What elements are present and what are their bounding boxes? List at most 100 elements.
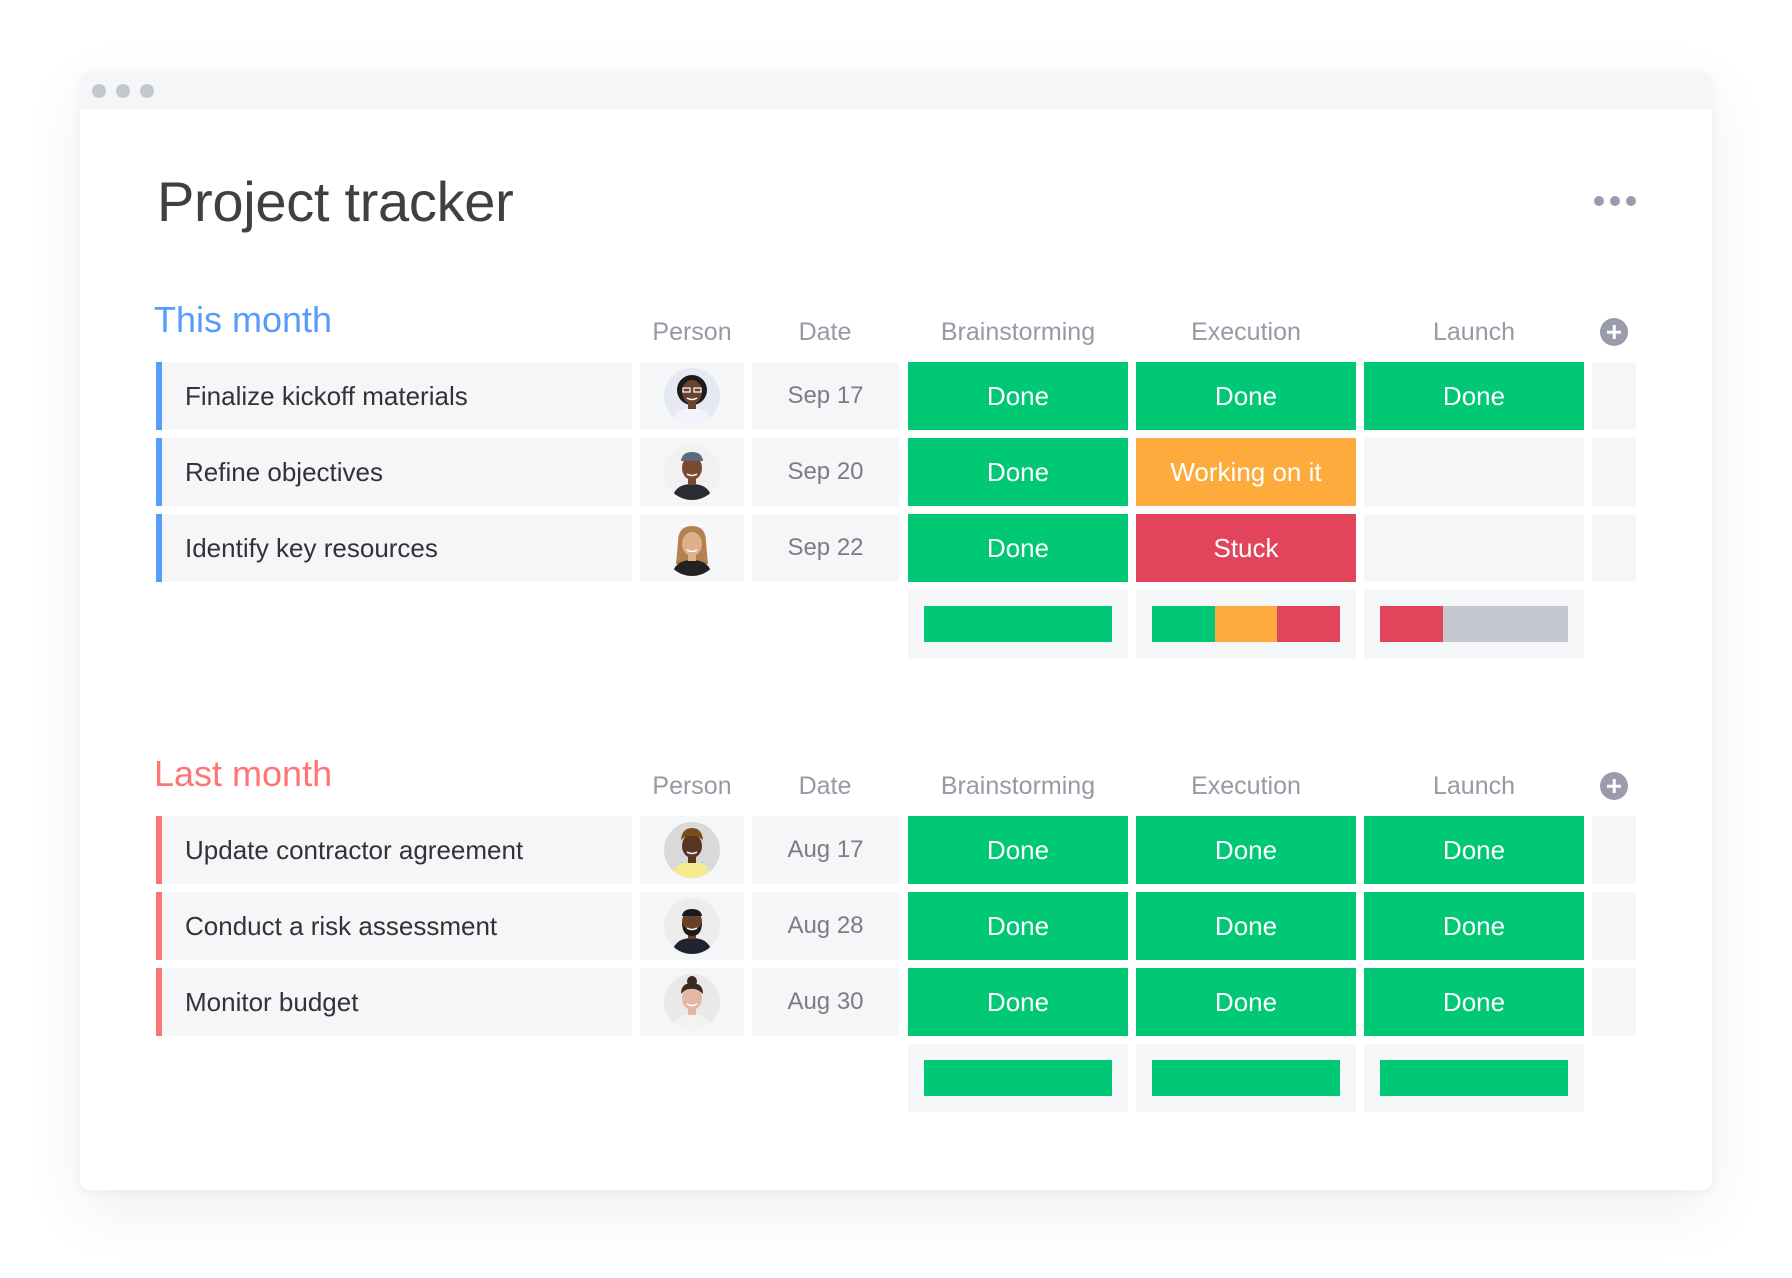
avatar[interactable] — [664, 822, 720, 878]
status-brainstorming-cell[interactable]: Done — [908, 438, 1128, 506]
status-brainstorming-cell[interactable]: Done — [908, 816, 1128, 884]
task-name: Finalize kickoff materials — [185, 380, 468, 411]
status-execution-cell[interactable]: Done — [1136, 968, 1356, 1036]
bar-segment-done — [924, 606, 1112, 642]
status-execution-cell[interactable]: Working on it — [1136, 438, 1356, 506]
task-name-cell[interactable]: Update contractor agreement — [162, 816, 632, 884]
board-title: Project tracker — [157, 170, 514, 233]
status-label: Done — [986, 834, 1050, 865]
window-dot-icon — [116, 84, 130, 98]
status-brainstorming-cell[interactable]: Done — [908, 514, 1128, 582]
date-cell[interactable]: Aug 17 — [752, 816, 899, 884]
column-header-launch[interactable]: Launch — [1364, 771, 1584, 801]
status-label: Stuck — [1213, 532, 1279, 563]
summary-launch-cell — [1364, 590, 1584, 658]
task-name: Monitor budget — [185, 986, 359, 1017]
column-header-brainstorming[interactable]: Brainstorming — [908, 317, 1128, 347]
person-cell[interactable] — [640, 362, 744, 430]
avatar[interactable] — [664, 444, 720, 500]
task-name-cell[interactable]: Monitor budget — [162, 968, 632, 1036]
bar-segment-done — [924, 1060, 1112, 1096]
bar-segment-done — [1380, 1060, 1568, 1096]
task-name: Update contractor agreement — [185, 834, 524, 865]
status-launch-cell[interactable]: Done — [1364, 362, 1584, 430]
avatar[interactable] — [664, 898, 720, 954]
avatar[interactable] — [664, 368, 720, 424]
status-distribution-bar[interactable] — [1380, 606, 1568, 642]
status-launch-cell[interactable] — [1364, 514, 1584, 582]
ellipsis-icon — [1594, 196, 1604, 206]
status-launch-cell[interactable]: Done — [1364, 892, 1584, 960]
task-name: Refine objectives — [185, 456, 383, 487]
status-brainstorming-cell[interactable]: Done — [908, 362, 1128, 430]
task-name-cell[interactable]: Finalize kickoff materials — [162, 362, 632, 430]
window-dot-icon — [92, 84, 106, 98]
status-execution-cell[interactable]: Done — [1136, 362, 1356, 430]
column-header-launch[interactable]: Launch — [1364, 317, 1584, 347]
date-cell[interactable]: Aug 28 — [752, 892, 899, 960]
column-header-execution[interactable]: Execution — [1136, 771, 1356, 801]
status-label: Done — [986, 380, 1050, 411]
avatar-man-beard-icon — [664, 898, 720, 954]
avatar-woman-blonde-icon — [664, 520, 720, 576]
date-value: Sep 17 — [787, 382, 864, 409]
window-titlebar — [80, 72, 1712, 110]
status-execution-cell[interactable]: Done — [1136, 816, 1356, 884]
date-cell[interactable]: Sep 22 — [752, 514, 899, 582]
person-cell[interactable] — [640, 892, 744, 960]
group-title[interactable]: Last month — [154, 754, 332, 794]
group-title[interactable]: This month — [154, 300, 332, 340]
status-label: Done — [1214, 380, 1278, 411]
empty-extra-cell[interactable] — [1592, 892, 1636, 960]
status-label: Done — [986, 910, 1050, 941]
status-label: Done — [986, 532, 1050, 563]
person-cell[interactable] — [640, 816, 744, 884]
column-header-brainstorming[interactable]: Brainstorming — [908, 771, 1128, 801]
date-value: Aug 17 — [787, 836, 864, 863]
empty-extra-cell[interactable] — [1592, 514, 1636, 582]
ellipsis-icon — [1626, 196, 1636, 206]
task-name-cell[interactable]: Conduct a risk assessment — [162, 892, 632, 960]
status-label: Done — [1214, 910, 1278, 941]
add-column-button[interactable] — [1600, 772, 1628, 800]
avatar-woman-brunette-icon — [664, 974, 720, 1030]
column-header-date[interactable]: Date — [715, 771, 935, 801]
status-distribution-bar[interactable] — [924, 606, 1112, 642]
avatar[interactable] — [664, 974, 720, 1030]
empty-extra-cell[interactable] — [1592, 362, 1636, 430]
date-cell[interactable]: Sep 20 — [752, 438, 899, 506]
status-launch-cell[interactable] — [1364, 438, 1584, 506]
date-cell[interactable]: Sep 17 — [752, 362, 899, 430]
status-label: Done — [1442, 986, 1506, 1017]
empty-extra-cell[interactable] — [1592, 816, 1636, 884]
more-options-button[interactable] — [1590, 194, 1640, 210]
status-distribution-bar[interactable] — [924, 1060, 1112, 1096]
status-brainstorming-cell[interactable]: Done — [908, 968, 1128, 1036]
status-brainstorming-cell[interactable]: Done — [908, 892, 1128, 960]
empty-extra-cell[interactable] — [1592, 968, 1636, 1036]
avatar-man-cap-icon — [664, 444, 720, 500]
status-launch-cell[interactable]: Done — [1364, 816, 1584, 884]
status-distribution-bar[interactable] — [1380, 1060, 1568, 1096]
task-name: Identify key resources — [185, 532, 438, 563]
person-cell[interactable] — [640, 438, 744, 506]
status-launch-cell[interactable]: Done — [1364, 968, 1584, 1036]
person-cell[interactable] — [640, 514, 744, 582]
avatar[interactable] — [664, 520, 720, 576]
status-distribution-bar[interactable] — [1152, 606, 1340, 642]
add-column-button[interactable] — [1600, 318, 1628, 346]
status-execution-cell[interactable]: Stuck — [1136, 514, 1356, 582]
status-distribution-bar[interactable] — [1152, 1060, 1340, 1096]
column-header-date[interactable]: Date — [715, 317, 935, 347]
column-header-execution[interactable]: Execution — [1136, 317, 1356, 347]
status-label: Done — [1442, 910, 1506, 941]
status-label: Done — [1442, 380, 1506, 411]
bar-segment-empty — [1442, 606, 1568, 642]
status-execution-cell[interactable]: Done — [1136, 892, 1356, 960]
task-name-cell[interactable]: Refine objectives — [162, 438, 632, 506]
empty-extra-cell[interactable] — [1592, 438, 1636, 506]
status-label: Done — [1442, 834, 1506, 865]
date-cell[interactable]: Aug 30 — [752, 968, 899, 1036]
task-name-cell[interactable]: Identify key resources — [162, 514, 632, 582]
person-cell[interactable] — [640, 968, 744, 1036]
